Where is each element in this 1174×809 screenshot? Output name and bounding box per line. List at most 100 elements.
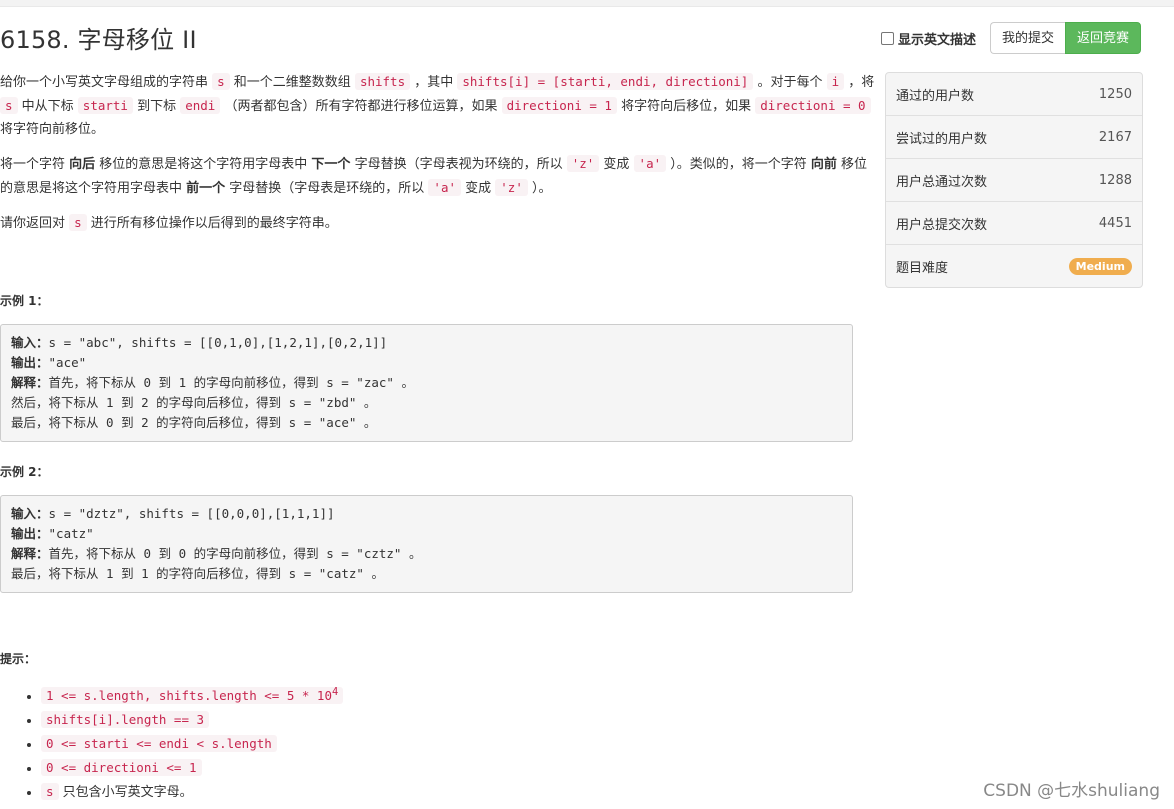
hint-item: 0 <= directioni <= 1	[41, 756, 343, 780]
explain-line: 然后，将下标从 1 到 2 的字母向后移位，得到 s = "zbd" 。	[11, 395, 377, 410]
stat-row-total-accepted: 用户总通过次数 1288	[886, 159, 1142, 202]
hint-text: 1 <= s.length, shifts.length <= 5 * 10	[46, 688, 332, 704]
inline-code: endi	[180, 97, 221, 114]
stat-row-accepted-users: 通过的用户数 1250	[886, 73, 1142, 116]
show-english-label: 显示英文描述	[897, 32, 976, 48]
explain-line: 最后，将下标从 0 到 2 的字符向后移位，得到 s = "ace" 。	[11, 415, 377, 430]
hint-code: 1 <= s.length, shifts.length <= 5 * 104	[41, 686, 344, 705]
example-output: "ace"	[48, 355, 87, 370]
inline-code: starti	[77, 97, 133, 114]
hints-list: 1 <= s.length, shifts.length <= 5 * 104 …	[0, 681, 344, 804]
example-2-block: 输入：s = "dztz", shifts = [[0,0,0],[1,1,1]…	[0, 495, 853, 593]
inline-code: shifts[i] = [starti, endi, directioni]	[457, 73, 754, 90]
stat-label: 题目难度	[896, 260, 949, 276]
hint-code: s	[41, 783, 59, 801]
text: 将一个字符	[0, 157, 70, 172]
input-label: 输入：	[11, 506, 49, 521]
explain-label: 解释：	[11, 375, 49, 390]
explain-line: 首先，将下标从 0 到 0 的字母向前移位，得到 s = "cztz" 。	[48, 546, 422, 561]
example-input: s = "dztz", shifts = [[0,0,0],[1,1,1]]	[48, 506, 335, 521]
inline-code: 'z'	[495, 179, 528, 196]
example-1-block: 输入：s = "abc", shifts = [[0,1,0],[1,2,1],…	[0, 324, 853, 442]
example-output: "catz"	[48, 526, 94, 541]
explain-line: 最后，将下标从 1 到 1 的字符向后移位，得到 s = "catz" 。	[11, 566, 384, 581]
text: 变成	[461, 181, 496, 196]
bold-text: 前一个	[186, 181, 226, 196]
page-title: 6158. 字母移位 II	[0, 26, 197, 54]
stat-value: 1250	[1098, 86, 1132, 102]
bold-text: 向前	[810, 157, 837, 172]
hint-item: shifts[i].length == 3	[41, 708, 343, 732]
hint-superscript: 4	[331, 686, 339, 698]
text: 移位的意思是将这个字符用字母表中	[95, 157, 312, 172]
header-actions: 显示英文描述 我的提交 返回竞赛	[880, 22, 1141, 54]
stat-row-total-submissions: 用户总提交次数 4451	[886, 202, 1142, 245]
explain-line: 首先，将下标从 0 到 1 的字母向前移位，得到 s = "zac" 。	[48, 375, 414, 390]
stat-value: 1288	[1098, 172, 1132, 188]
show-english-toggle[interactable]: 显示英文描述	[880, 29, 976, 48]
text: 将字符向前移位。	[0, 122, 105, 137]
top-border	[0, 0, 1174, 7]
text: 到下标	[132, 99, 181, 114]
stat-label: 用户总提交次数	[896, 217, 988, 233]
inline-code: s	[212, 73, 230, 90]
text: 进行所有移位操作以后得到的最终字符串。	[86, 216, 338, 231]
hint-code: 0 <= directioni <= 1	[41, 759, 202, 777]
my-submissions-button[interactable]: 我的提交	[989, 22, 1065, 54]
back-to-contest-button[interactable]: 返回竞赛	[1064, 22, 1141, 54]
explain-label: 解释：	[11, 546, 49, 561]
text: 将字符向后移位，如果	[616, 99, 756, 114]
text: 请你返回对	[0, 216, 70, 231]
text: ，将	[844, 75, 875, 90]
text: ，其中	[410, 75, 458, 90]
bold-text: 向后	[69, 157, 96, 172]
inline-code: shifts	[354, 73, 411, 90]
difficulty-badge: Medium	[1068, 257, 1132, 275]
text: 变成	[599, 157, 634, 172]
example-2-label: 示例 2：	[0, 465, 49, 479]
stat-row-difficulty: 题目难度 Medium	[886, 245, 1142, 287]
hint-text: 只包含小写英文字母。	[58, 785, 193, 801]
stat-label: 用户总通过次数	[896, 174, 988, 190]
hint-code: 0 <= starti <= endi < s.length	[41, 735, 277, 753]
inline-code: directioni = 1	[501, 97, 617, 114]
stat-label: 尝试过的用户数	[896, 131, 988, 147]
text: 字母替换（字母表是环绕的，所以	[225, 181, 429, 196]
text: ）。类似的，将一个字符	[666, 157, 811, 172]
inline-code: s	[0, 97, 18, 114]
description-paragraph-2: 将一个字符 向后 移位的意思是将这个字符用字母表中 下一个 字母替换（字母表视为…	[0, 152, 876, 200]
hint-item: 0 <= starti <= endi < s.length	[41, 732, 343, 756]
text: （两者都包含）所有字符都进行移位运算，如果	[220, 99, 502, 114]
text: 中从下标	[17, 99, 78, 114]
description-paragraph-1: 给你一个小写英文字母组成的字符串 s 和一个二维整数数组 shifts ，其中 …	[0, 70, 876, 141]
text: 和一个二维整数数组	[229, 75, 355, 90]
hint-item: s 只包含小写英文字母。	[41, 780, 343, 804]
hint-item: 1 <= s.length, shifts.length <= 5 * 104	[41, 681, 344, 708]
example-input: s = "abc", shifts = [[0,1,0],[1,2,1],[0,…	[48, 335, 388, 350]
hint-code: shifts[i].length == 3	[41, 711, 210, 729]
stats-panel: 通过的用户数 1250 尝试过的用户数 2167 用户总通过次数 1288 用户…	[885, 72, 1143, 288]
inline-code: 'z'	[566, 155, 600, 172]
hints-label: 提示：	[0, 652, 37, 666]
text: 给你一个小写英文字母组成的字符串	[0, 75, 213, 90]
csdn-watermark: CSDN @七水shuliang	[983, 781, 1160, 801]
text: 。对于每个	[753, 75, 827, 90]
stat-value: 4451	[1098, 215, 1132, 231]
output-label: 输出：	[11, 526, 49, 541]
input-label: 输入：	[11, 335, 49, 350]
text: ）。	[527, 181, 552, 196]
output-label: 输出：	[11, 355, 49, 370]
problem-description: 给你一个小写英文字母组成的字符串 s 和一个二维整数数组 shifts ，其中 …	[0, 70, 876, 246]
stat-value: 2167	[1098, 129, 1132, 145]
inline-code: s	[69, 214, 87, 231]
description-paragraph-3: 请你返回对 s 进行所有移位操作以后得到的最终字符串。	[0, 211, 876, 235]
inline-code: 'a'	[633, 155, 667, 172]
show-english-checkbox[interactable]	[880, 31, 894, 45]
example-1-label: 示例 1：	[0, 294, 49, 308]
text: 字母替换（字母表视为环绕的，所以	[350, 157, 567, 172]
inline-code: i	[826, 73, 845, 90]
stat-row-attempted-users: 尝试过的用户数 2167	[886, 116, 1142, 159]
inline-code: 'a'	[428, 179, 461, 196]
inline-code: directioni = 0	[755, 97, 871, 114]
stat-label: 通过的用户数	[896, 88, 975, 104]
